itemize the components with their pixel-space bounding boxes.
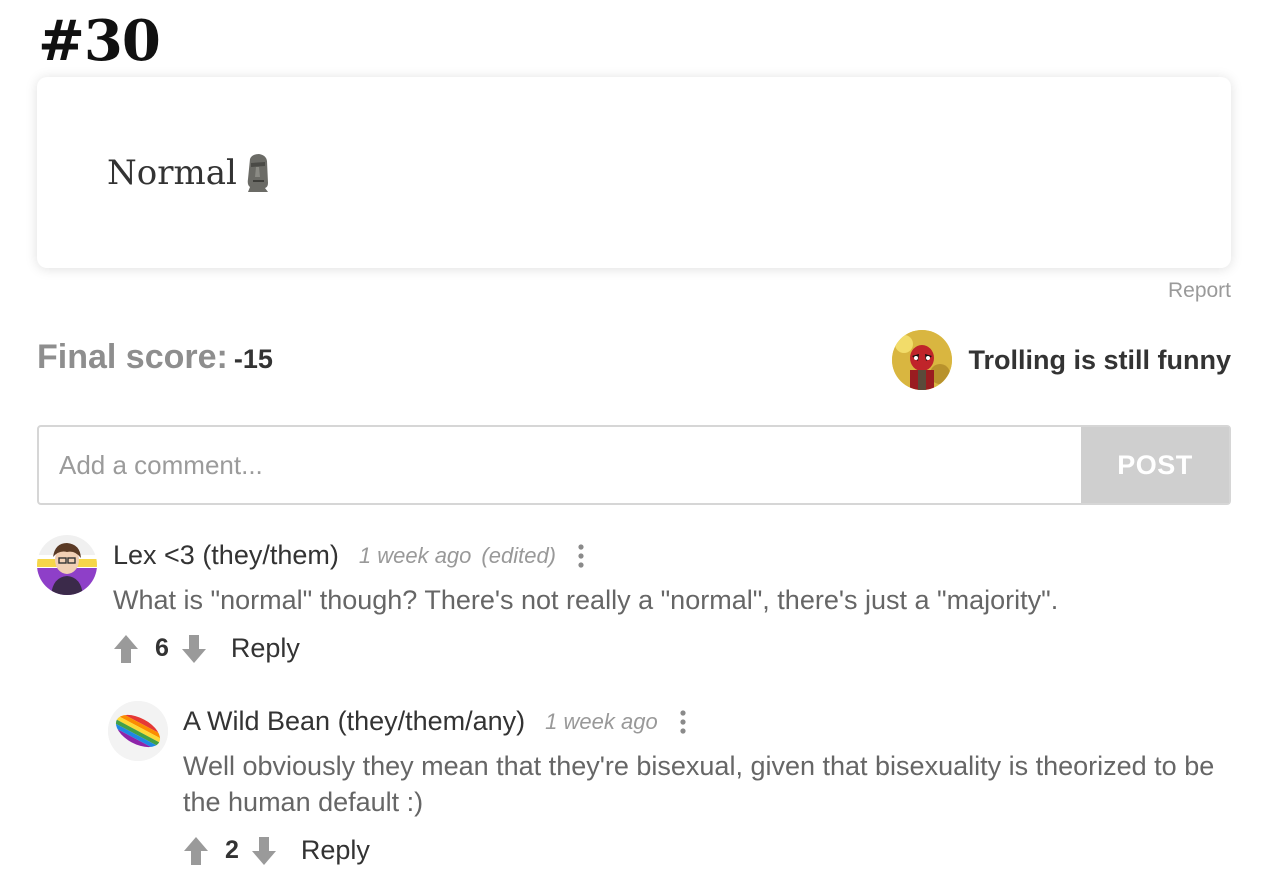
comment-text: Well obviously they mean that they're bi… xyxy=(183,751,1215,817)
downvote-icon[interactable] xyxy=(251,836,277,866)
avatar[interactable] xyxy=(892,330,953,390)
report-link[interactable]: Report xyxy=(1168,279,1231,303)
edited-label: (edited) xyxy=(481,542,556,568)
comment-author[interactable]: Lex <3 (they/them) xyxy=(113,540,339,571)
comment-form: POST xyxy=(37,425,1231,505)
comment-actions: 6 Reply xyxy=(113,633,300,664)
deadpool-avatar-icon xyxy=(892,330,953,390)
comment-input[interactable] xyxy=(39,427,1081,503)
avatar[interactable] xyxy=(37,535,97,595)
more-options-icon[interactable] xyxy=(680,709,686,735)
score-label: Final score: xyxy=(37,338,228,376)
comment-time: 1 week ago xyxy=(358,542,472,568)
comment-time: 1 week ago xyxy=(545,708,658,734)
comment-header: Lex <3 (they/them) 1 week ago (edited) xyxy=(113,540,584,571)
upvote-icon[interactable] xyxy=(183,836,209,866)
upvote-icon[interactable] xyxy=(113,634,139,664)
reply-button[interactable]: Reply xyxy=(231,633,300,664)
downvote-icon[interactable] xyxy=(181,634,207,664)
reply-button[interactable]: Reply xyxy=(301,835,370,866)
comment-text: What is "normal" though? There's not rea… xyxy=(113,585,1059,615)
vote-count: 6 xyxy=(155,634,169,662)
score-value: -15 xyxy=(233,344,273,374)
comment-actions: 2 Reply xyxy=(183,835,370,866)
post-content: Normal xyxy=(107,151,273,195)
author-name[interactable]: Trolling is still funny xyxy=(968,345,1231,376)
post-button[interactable]: POST xyxy=(1081,427,1229,503)
comment-header: A Wild Bean (they/them/any) 1 week ago xyxy=(183,706,686,737)
rainbow-bean-icon xyxy=(108,701,168,761)
avatar[interactable] xyxy=(108,701,168,761)
comment-author[interactable]: A Wild Bean (they/them/any) xyxy=(183,706,525,737)
moai-icon xyxy=(247,154,268,192)
user-avatar-icon xyxy=(37,535,97,595)
final-score: Final score: -15 xyxy=(37,338,273,377)
vote-count: 2 xyxy=(225,836,239,864)
post-card: Normal xyxy=(37,77,1231,268)
author-info[interactable]: Trolling is still funny xyxy=(892,330,1231,390)
more-options-icon[interactable] xyxy=(578,543,584,569)
post-text: Normal xyxy=(107,153,237,193)
page-title: #30 xyxy=(38,8,161,74)
